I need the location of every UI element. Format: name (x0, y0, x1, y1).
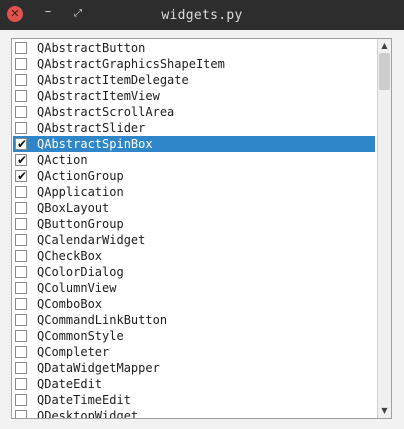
list-item-label: QButtonGroup (37, 217, 124, 231)
list-item[interactable]: QCommonStyle (13, 328, 375, 344)
app-window: widgets.py ✕ – ⤢ QAbstractButton QAbstrac… (0, 0, 404, 429)
list-item[interactable]: QAbstractButton (13, 40, 375, 56)
list-item-label: QDateEdit (37, 377, 103, 391)
checkmark-icon: ✔ (16, 169, 28, 183)
list-item[interactable]: QColorDialog (13, 264, 375, 280)
item-checkbox[interactable]: ✔ (15, 169, 28, 183)
item-checkbox[interactable] (15, 186, 27, 198)
item-checkbox[interactable] (15, 314, 27, 326)
arrow-down-icon: ▼ (381, 406, 388, 415)
widget-list-items: QAbstractButton QAbstractGraphicsShapeIte… (13, 40, 375, 419)
list-item-label: QColumnView (37, 281, 117, 295)
list-item[interactable]: QDesktopWidget (13, 408, 375, 419)
widget-list[interactable]: QAbstractButton QAbstractGraphicsShapeIte… (11, 38, 392, 419)
list-item[interactable]: QColumnView (13, 280, 375, 296)
close-icon: ✕ (10, 7, 20, 20)
list-item-label: QApplication (37, 185, 124, 199)
item-checkbox[interactable] (15, 218, 27, 230)
list-item[interactable]: ✔ QAbstractSpinBox (13, 136, 375, 152)
list-item-label: QAbstractScrollArea (37, 105, 175, 119)
list-item[interactable]: QBoxLayout (13, 200, 375, 216)
list-item[interactable]: QButtonGroup (13, 216, 375, 232)
list-item-label: QAbstractSlider (37, 121, 146, 135)
item-checkbox[interactable] (15, 282, 27, 294)
list-item-label: QAbstractButton (37, 41, 146, 55)
list-item-label: QCommonStyle (37, 329, 124, 343)
item-checkbox[interactable] (15, 234, 27, 246)
list-item-label: QCheckBox (37, 249, 103, 263)
item-checkbox[interactable] (15, 58, 27, 70)
item-checkbox[interactable] (15, 74, 27, 86)
item-checkbox[interactable] (15, 202, 27, 214)
list-item-label: QDataWidgetMapper (37, 361, 160, 375)
item-checkbox[interactable] (15, 42, 27, 54)
list-item-label: QBoxLayout (37, 201, 110, 215)
item-checkbox[interactable] (15, 330, 27, 342)
arrow-up-icon: ▲ (381, 41, 388, 50)
list-item[interactable]: QCommandLinkButton (13, 312, 375, 328)
title-bar[interactable]: widgets.py ✕ – ⤢ (0, 0, 404, 30)
list-item[interactable]: QAbstractItemView (13, 88, 375, 104)
item-checkbox[interactable] (15, 378, 27, 390)
list-item-label: QAbstractItemView (37, 89, 160, 103)
list-item-label: QAbstractGraphicsShapeItem (37, 57, 225, 71)
minimize-icon: – (44, 4, 52, 19)
list-item[interactable]: QApplication (13, 184, 375, 200)
maximize-window-button[interactable]: ⤢ (70, 6, 86, 22)
list-item[interactable]: ✔ QActionGroup (13, 168, 375, 184)
scrollbar-thumb[interactable] (379, 53, 390, 90)
list-item[interactable]: QCompleter (13, 344, 375, 360)
item-checkbox[interactable] (15, 394, 27, 406)
list-item-label: QDesktopWidget (37, 409, 139, 419)
list-item[interactable]: QCheckBox (13, 248, 375, 264)
list-item[interactable]: ✔ QAction (13, 152, 375, 168)
list-item[interactable]: QComboBox (13, 296, 375, 312)
window-title: widgets.py (161, 8, 243, 23)
list-item-label: QCalendarWidget (37, 233, 146, 247)
item-checkbox[interactable]: ✔ (15, 137, 28, 151)
item-checkbox[interactable] (15, 90, 27, 102)
list-item-label: QAction (37, 153, 88, 167)
list-item-label: QAbstractSpinBox (37, 137, 153, 151)
item-checkbox[interactable] (15, 122, 27, 134)
close-window-button[interactable]: ✕ (7, 6, 23, 22)
list-item[interactable]: QAbstractScrollArea (13, 104, 375, 120)
item-checkbox[interactable] (15, 250, 27, 262)
item-checkbox[interactable] (15, 410, 27, 418)
item-checkbox[interactable] (15, 106, 27, 118)
list-item-label: QCommandLinkButton (37, 313, 168, 327)
item-checkbox[interactable] (15, 362, 27, 374)
list-item[interactable]: QAbstractGraphicsShapeItem (13, 56, 375, 72)
list-item-label: QCompleter (37, 345, 110, 359)
list-item-label: QAbstractItemDelegate (37, 73, 189, 87)
list-item[interactable]: QAbstractItemDelegate (13, 72, 375, 88)
list-item-label: QDateTimeEdit (37, 393, 131, 407)
checkmark-icon: ✔ (16, 153, 28, 167)
scroll-up-button[interactable]: ▲ (378, 39, 391, 53)
scroll-down-button[interactable]: ▼ (378, 404, 391, 418)
list-item[interactable]: QDateTimeEdit (13, 392, 375, 408)
item-checkbox[interactable] (15, 266, 27, 278)
vertical-scrollbar[interactable]: ▲ ▼ (377, 39, 391, 418)
checkmark-icon: ✔ (16, 137, 28, 151)
list-item-label: QComboBox (37, 297, 103, 311)
list-item-label: QColorDialog (37, 265, 124, 279)
list-item[interactable]: QCalendarWidget (13, 232, 375, 248)
item-checkbox[interactable] (15, 298, 27, 310)
list-item[interactable]: QAbstractSlider (13, 120, 375, 136)
item-checkbox[interactable]: ✔ (15, 153, 28, 167)
list-item[interactable]: QDataWidgetMapper (13, 360, 375, 376)
list-item[interactable]: QDateEdit (13, 376, 375, 392)
minimize-window-button[interactable]: – (40, 4, 56, 20)
maximize-icon: ⤢ (74, 8, 82, 19)
item-checkbox[interactable] (15, 346, 27, 358)
list-item-label: QActionGroup (37, 169, 124, 183)
